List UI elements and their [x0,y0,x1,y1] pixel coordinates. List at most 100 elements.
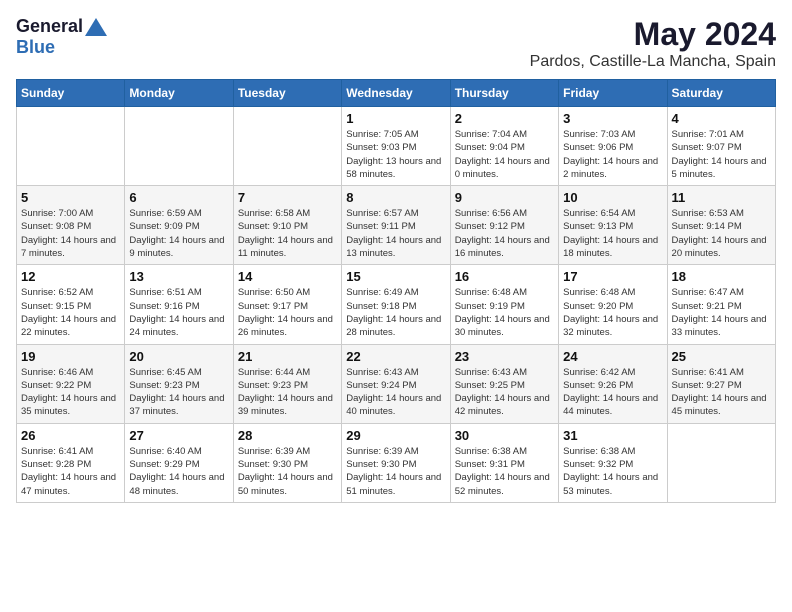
logo-general: General [16,16,83,37]
day-info: Sunrise: 7:05 AMSunset: 9:03 PMDaylight:… [346,128,445,181]
day-info: Sunrise: 6:39 AMSunset: 9:30 PMDaylight:… [346,445,445,498]
calendar-cell: 19 Sunrise: 6:46 AMSunset: 9:22 PMDayligh… [17,344,125,423]
day-info: Sunrise: 6:46 AMSunset: 9:22 PMDaylight:… [21,366,120,419]
day-number: 22 [346,349,445,364]
day-info: Sunrise: 6:38 AMSunset: 9:32 PMDaylight:… [563,445,662,498]
day-info: Sunrise: 7:03 AMSunset: 9:06 PMDaylight:… [563,128,662,181]
calendar-cell: 8 Sunrise: 6:57 AMSunset: 9:11 PMDaylight… [342,186,450,265]
day-number: 5 [21,190,120,205]
calendar-cell: 16 Sunrise: 6:48 AMSunset: 9:19 PMDayligh… [450,265,558,344]
calendar-cell [233,107,341,186]
calendar-cell: 24Sunrise: 6:42 AMSunset: 9:26 PMDayligh… [559,344,667,423]
calendar-header-wednesday: Wednesday [342,80,450,107]
calendar-cell: 27 Sunrise: 6:40 AMSunset: 9:29 PMDayligh… [125,423,233,502]
calendar-cell: 21 Sunrise: 6:44 AMSunset: 9:23 PMDayligh… [233,344,341,423]
day-info: Sunrise: 6:52 AMSunset: 9:15 PMDaylight:… [21,286,120,339]
calendar-cell: 20Sunrise: 6:45 AMSunset: 9:23 PMDayligh… [125,344,233,423]
calendar-header-monday: Monday [125,80,233,107]
day-number: 12 [21,269,120,284]
day-info: Sunrise: 6:42 AMSunset: 9:26 PMDaylight:… [563,366,662,419]
calendar-table: SundayMondayTuesdayWednesdayThursdayFrid… [16,79,776,503]
day-info: Sunrise: 6:59 AMSunset: 9:09 PMDaylight:… [129,207,228,260]
calendar-cell: 1 Sunrise: 7:05 AMSunset: 9:03 PMDaylight… [342,107,450,186]
day-info: Sunrise: 6:57 AMSunset: 9:11 PMDaylight:… [346,207,445,260]
day-number: 7 [238,190,337,205]
calendar-cell: 22 Sunrise: 6:43 AMSunset: 9:24 PMDayligh… [342,344,450,423]
day-number: 31 [563,428,662,443]
calendar-cell: 17 Sunrise: 6:48 AMSunset: 9:20 PMDayligh… [559,265,667,344]
day-number: 13 [129,269,228,284]
logo: General Blue [16,16,109,58]
calendar-cell: 31 Sunrise: 6:38 AMSunset: 9:32 PMDayligh… [559,423,667,502]
calendar-cell: 25Sunrise: 6:41 AMSunset: 9:27 PMDayligh… [667,344,775,423]
day-info: Sunrise: 6:48 AMSunset: 9:20 PMDaylight:… [563,286,662,339]
day-number: 2 [455,111,554,126]
day-number: 9 [455,190,554,205]
calendar-header-tuesday: Tuesday [233,80,341,107]
day-info: Sunrise: 6:48 AMSunset: 9:19 PMDaylight:… [455,286,554,339]
calendar-cell: 7 Sunrise: 6:58 AMSunset: 9:10 PMDaylight… [233,186,341,265]
logo-blue: Blue [16,37,55,57]
logo-icon [85,18,107,36]
calendar-header-friday: Friday [559,80,667,107]
day-number: 17 [563,269,662,284]
day-number: 15 [346,269,445,284]
month-title: May 2024 [530,16,776,53]
calendar-cell: 30 Sunrise: 6:38 AMSunset: 9:31 PMDayligh… [450,423,558,502]
calendar-cell [125,107,233,186]
day-info: Sunrise: 6:56 AMSunset: 9:12 PMDaylight:… [455,207,554,260]
calendar-cell: 23Sunrise: 6:43 AMSunset: 9:25 PMDayligh… [450,344,558,423]
calendar-week-row: 19 Sunrise: 6:46 AMSunset: 9:22 PMDayligh… [17,344,776,423]
header: General Blue May 2024 Pardos, Castille-L… [16,16,776,71]
calendar-cell: 5Sunrise: 7:00 AMSunset: 9:08 PMDaylight… [17,186,125,265]
calendar-header-sunday: Sunday [17,80,125,107]
day-number: 25 [672,349,771,364]
calendar-cell: 14 Sunrise: 6:50 AMSunset: 9:17 PMDayligh… [233,265,341,344]
day-info: Sunrise: 6:53 AMSunset: 9:14 PMDaylight:… [672,207,771,260]
day-number: 8 [346,190,445,205]
day-info: Sunrise: 6:49 AMSunset: 9:18 PMDaylight:… [346,286,445,339]
day-info: Sunrise: 6:39 AMSunset: 9:30 PMDaylight:… [238,445,337,498]
day-number: 1 [346,111,445,126]
calendar-cell: 12 Sunrise: 6:52 AMSunset: 9:15 PMDayligh… [17,265,125,344]
calendar-header-row: SundayMondayTuesdayWednesdayThursdayFrid… [17,80,776,107]
day-number: 29 [346,428,445,443]
calendar-header-thursday: Thursday [450,80,558,107]
day-number: 30 [455,428,554,443]
calendar-week-row: 12 Sunrise: 6:52 AMSunset: 9:15 PMDayligh… [17,265,776,344]
day-number: 19 [21,349,120,364]
calendar-header-saturday: Saturday [667,80,775,107]
day-info: Sunrise: 6:50 AMSunset: 9:17 PMDaylight:… [238,286,337,339]
day-number: 16 [455,269,554,284]
day-number: 4 [672,111,771,126]
day-info: Sunrise: 6:41 AMSunset: 9:28 PMDaylight:… [21,445,120,498]
day-number: 20 [129,349,228,364]
day-number: 3 [563,111,662,126]
calendar-cell: 2Sunrise: 7:04 AMSunset: 9:04 PMDaylight… [450,107,558,186]
day-info: Sunrise: 6:38 AMSunset: 9:31 PMDaylight:… [455,445,554,498]
calendar-week-row: 5Sunrise: 7:00 AMSunset: 9:08 PMDaylight… [17,186,776,265]
day-info: Sunrise: 6:58 AMSunset: 9:10 PMDaylight:… [238,207,337,260]
calendar-cell: 10Sunrise: 6:54 AMSunset: 9:13 PMDayligh… [559,186,667,265]
day-info: Sunrise: 6:43 AMSunset: 9:24 PMDaylight:… [346,366,445,419]
title-area: May 2024 Pardos, Castille-La Mancha, Spa… [530,16,776,71]
calendar-cell: 4Sunrise: 7:01 AMSunset: 9:07 PMDaylight… [667,107,775,186]
day-info: Sunrise: 6:43 AMSunset: 9:25 PMDaylight:… [455,366,554,419]
location-title: Pardos, Castille-La Mancha, Spain [530,53,776,71]
calendar-week-row: 26 Sunrise: 6:41 AMSunset: 9:28 PMDayligh… [17,423,776,502]
calendar-cell: 29 Sunrise: 6:39 AMSunset: 9:30 PMDayligh… [342,423,450,502]
calendar-cell: 28Sunrise: 6:39 AMSunset: 9:30 PMDayligh… [233,423,341,502]
day-number: 27 [129,428,228,443]
day-info: Sunrise: 6:44 AMSunset: 9:23 PMDaylight:… [238,366,337,419]
day-number: 21 [238,349,337,364]
day-info: Sunrise: 6:47 AMSunset: 9:21 PMDaylight:… [672,286,771,339]
day-number: 26 [21,428,120,443]
calendar-cell: 18 Sunrise: 6:47 AMSunset: 9:21 PMDayligh… [667,265,775,344]
day-info: Sunrise: 6:54 AMSunset: 9:13 PMDaylight:… [563,207,662,260]
calendar-cell: 11Sunrise: 6:53 AMSunset: 9:14 PMDayligh… [667,186,775,265]
calendar-cell: 13Sunrise: 6:51 AMSunset: 9:16 PMDayligh… [125,265,233,344]
day-number: 18 [672,269,771,284]
calendar-week-row: 1 Sunrise: 7:05 AMSunset: 9:03 PMDaylight… [17,107,776,186]
day-info: Sunrise: 6:40 AMSunset: 9:29 PMDaylight:… [129,445,228,498]
day-number: 14 [238,269,337,284]
